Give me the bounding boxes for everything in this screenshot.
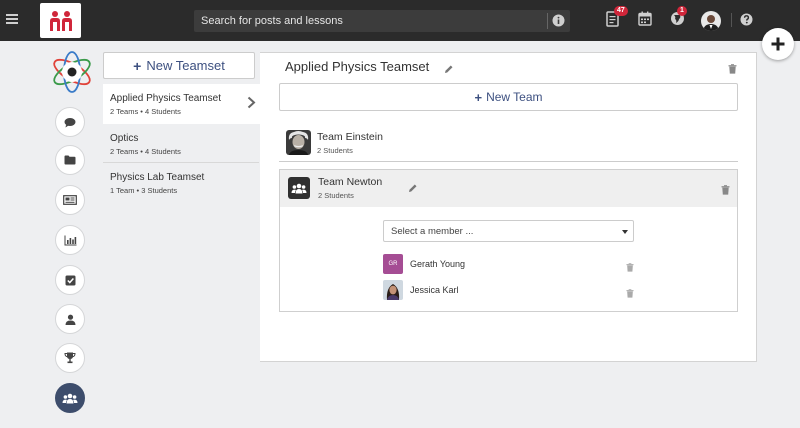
teamset-item-applied-physics[interactable]: Applied Physics Teamset 2 Teams • 4 Stud… bbox=[103, 84, 260, 124]
team-row-newton[interactable]: Team Newton 2 Students bbox=[280, 170, 737, 207]
search-input[interactable]: Search for posts and lessons bbox=[194, 10, 570, 32]
bar-chart-icon bbox=[64, 235, 76, 245]
team-name: Team Einstein bbox=[317, 131, 383, 143]
atom-logo-icon[interactable] bbox=[50, 50, 94, 94]
chat-icon bbox=[64, 117, 76, 127]
nav-news[interactable] bbox=[55, 185, 85, 215]
nav-teams[interactable] bbox=[55, 383, 85, 413]
globe-badge: 1 bbox=[677, 6, 687, 16]
plus-icon: + bbox=[133, 57, 142, 74]
team-name: Team Newton bbox=[318, 176, 383, 188]
topbar-separator bbox=[731, 13, 732, 27]
caret-down-icon bbox=[622, 230, 628, 234]
help-icon[interactable] bbox=[740, 13, 753, 31]
folder-icon bbox=[64, 155, 76, 165]
teamset-meta: 1 Team • 3 Students bbox=[110, 186, 178, 195]
checkbox-icon bbox=[65, 275, 75, 285]
trash-icon[interactable] bbox=[728, 61, 737, 79]
teamset-name: Optics bbox=[110, 133, 139, 144]
plus-icon bbox=[771, 37, 785, 51]
plus-icon: + bbox=[474, 89, 483, 105]
member-row: GR Gerath Young bbox=[383, 254, 635, 276]
user-icon bbox=[65, 314, 75, 325]
team-student-count: 2 Students bbox=[317, 146, 353, 155]
top-bar: Search for posts and lessons 47 1 bbox=[0, 0, 800, 41]
search-placeholder: Search for posts and lessons bbox=[201, 15, 343, 27]
new-teamset-button[interactable]: + New Teamset bbox=[103, 52, 255, 79]
newspaper-icon bbox=[63, 195, 77, 205]
search-divider bbox=[547, 13, 548, 29]
teamset-name: Physics Lab Teamset bbox=[110, 172, 205, 183]
teamset-item-physics-lab[interactable]: Physics Lab Teamset 1 Team • 3 Students bbox=[103, 163, 259, 202]
member-row: Jessica Karl bbox=[383, 280, 635, 302]
group-icon bbox=[62, 393, 78, 403]
new-team-label: New Team bbox=[486, 90, 543, 104]
trash-icon[interactable] bbox=[626, 259, 634, 277]
menu-icon[interactable] bbox=[6, 12, 20, 28]
team-card-newton: Team Newton 2 Students Select a member .… bbox=[279, 169, 738, 312]
member-select-placeholder: Select a member ... bbox=[391, 226, 474, 237]
teamset-detail-panel: Applied Physics Teamset + New Team Team … bbox=[260, 52, 757, 362]
add-fab-button[interactable] bbox=[762, 28, 794, 60]
nav-profile[interactable] bbox=[55, 304, 85, 334]
nav-folder[interactable] bbox=[55, 145, 85, 175]
member-photo-avatar bbox=[383, 280, 403, 300]
new-team-button[interactable]: + New Team bbox=[279, 83, 738, 111]
teamset-meta: 2 Teams • 4 Students bbox=[110, 107, 181, 116]
info-icon[interactable] bbox=[552, 14, 565, 32]
trophy-icon bbox=[64, 352, 76, 364]
notifications-badge: 47 bbox=[614, 6, 628, 16]
nav-reports[interactable] bbox=[55, 225, 85, 255]
member-initials-avatar: GR bbox=[383, 254, 403, 274]
pencil-icon[interactable] bbox=[444, 61, 454, 79]
member-name: Jessica Karl bbox=[410, 285, 459, 295]
trash-icon[interactable] bbox=[721, 182, 730, 200]
teamset-name: Applied Physics Teamset bbox=[110, 93, 221, 104]
calendar-icon[interactable] bbox=[638, 11, 652, 31]
pencil-icon[interactable] bbox=[408, 180, 418, 198]
app-logo-icon[interactable] bbox=[40, 3, 81, 38]
trash-icon[interactable] bbox=[626, 285, 634, 303]
page-title: Applied Physics Teamset bbox=[285, 59, 430, 74]
group-icon bbox=[288, 177, 310, 199]
chevron-right-icon bbox=[247, 96, 256, 114]
teamset-item-optics[interactable]: Optics 2 Teams • 4 Students bbox=[103, 124, 259, 163]
team-row-einstein[interactable]: Team Einstein 2 Students bbox=[279, 125, 738, 162]
teamset-meta: 2 Teams • 4 Students bbox=[110, 147, 181, 156]
user-avatar[interactable] bbox=[701, 11, 721, 31]
new-teamset-label: New Teamset bbox=[146, 58, 225, 73]
nav-chat[interactable] bbox=[55, 107, 85, 137]
teamset-list: Applied Physics Teamset 2 Teams • 4 Stud… bbox=[103, 84, 260, 202]
member-select[interactable]: Select a member ... bbox=[383, 220, 634, 242]
nav-awards[interactable] bbox=[55, 343, 85, 373]
member-name: Gerath Young bbox=[410, 259, 466, 269]
nav-tasks[interactable] bbox=[55, 265, 85, 295]
team-student-count: 2 Students bbox=[318, 191, 354, 200]
team-avatar bbox=[286, 130, 311, 155]
